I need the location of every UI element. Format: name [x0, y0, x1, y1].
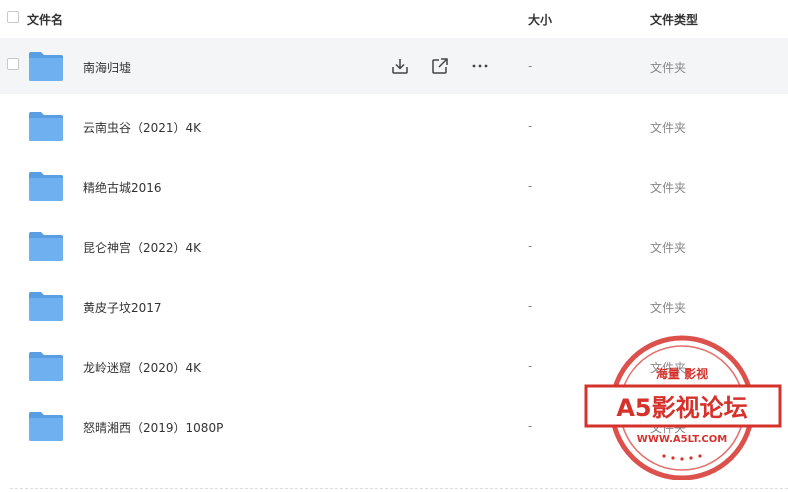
column-header-name[interactable]: 文件名 [27, 11, 63, 28]
file-name[interactable]: 怒晴湘西（2019）1080P [83, 419, 223, 436]
file-size: - [528, 299, 533, 313]
file-row[interactable]: 精绝古城2016 - 文件夹 [0, 158, 788, 218]
download-icon[interactable] [390, 56, 410, 76]
watermark-main-text: A5影视论坛 [616, 394, 747, 422]
folder-icon [29, 232, 63, 261]
file-name[interactable]: 南海归墟 [83, 59, 131, 76]
file-size: - [528, 179, 533, 193]
file-row[interactable]: 昆仑神宫（2022）4K - 文件夹 [0, 218, 788, 278]
file-row[interactable]: 南海归墟 - 文件夹 [0, 38, 788, 94]
file-size: - [528, 119, 533, 133]
file-type: 文件夹 [650, 301, 687, 315]
file-name[interactable]: 精绝古城2016 [83, 179, 162, 196]
file-name[interactable]: 龙岭迷窟（2020）4K [83, 359, 201, 376]
file-size: - [528, 239, 533, 253]
folder-icon [29, 352, 63, 381]
file-size: - [528, 419, 533, 433]
file-name[interactable]: 黄皮子坟2017 [83, 299, 162, 316]
folder-icon [29, 172, 63, 201]
file-type: 文件夹 [650, 121, 687, 135]
watermark-stamp: 海量 影视 A5影视论坛 WWW.A5LT.COM [584, 335, 782, 480]
list-divider [10, 488, 788, 489]
file-row[interactable]: 云南虫谷（2021）4K - 文件夹 [0, 98, 788, 158]
folder-icon [29, 112, 63, 141]
more-icon[interactable] [470, 56, 490, 76]
file-name[interactable]: 昆仑神宫（2022）4K [83, 239, 201, 256]
folder-icon [29, 292, 63, 321]
file-size: - [528, 359, 533, 373]
folder-icon [29, 412, 63, 441]
file-type: 文件夹 [650, 181, 687, 195]
star-icon [662, 454, 702, 461]
file-type: 文件夹 [650, 241, 687, 255]
column-header-size[interactable]: 大小 [528, 11, 552, 28]
file-size: - [528, 59, 533, 73]
file-list-header: 文件名 大小 文件类型 [0, 0, 788, 38]
select-all-checkbox[interactable] [7, 11, 19, 23]
share-icon[interactable] [430, 56, 450, 76]
file-type: 文件夹 [650, 61, 687, 75]
file-row[interactable]: 黄皮子坟2017 - 文件夹 [0, 278, 788, 338]
file-name[interactable]: 云南虫谷（2021）4K [83, 119, 201, 136]
folder-icon [29, 52, 63, 81]
row-checkbox[interactable] [7, 58, 19, 70]
watermark-top-text: 海量 影视 [656, 366, 708, 381]
watermark-url: WWW.A5LT.COM [637, 434, 727, 445]
column-header-type[interactable]: 文件类型 [650, 11, 698, 28]
